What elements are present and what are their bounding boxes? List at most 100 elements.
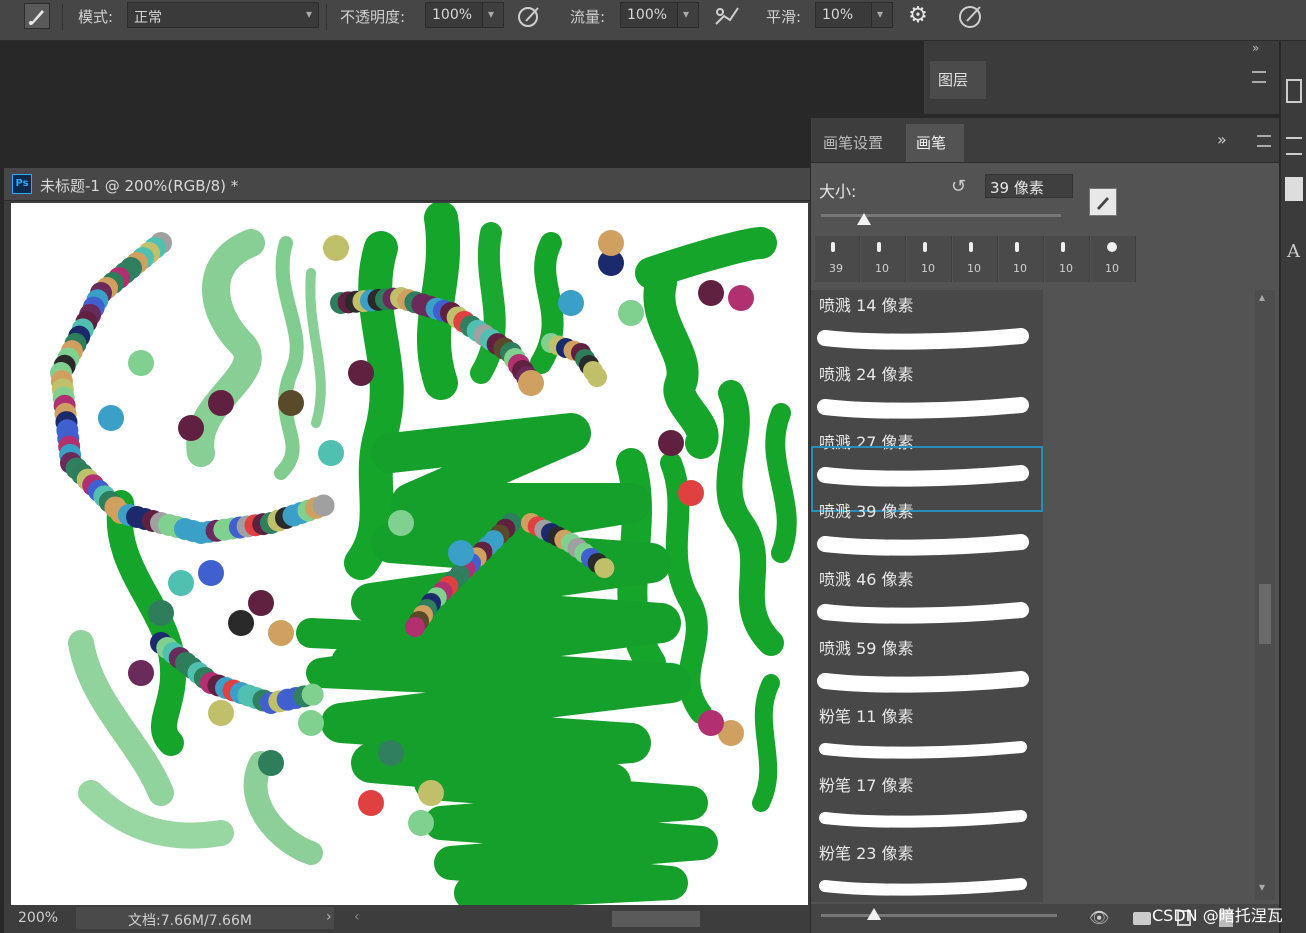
flow-label: 流量: — [570, 8, 606, 26]
brush-tool-icon[interactable] — [24, 3, 50, 29]
brush-preset-label[interactable]: 喷溅 14 像素 — [819, 292, 914, 316]
brush-preset-label[interactable]: 喷溅 39 像素 — [819, 498, 914, 522]
toggle-preview-icon[interactable]: 👁 — [1089, 908, 1109, 927]
paint-dot — [323, 235, 349, 261]
scrollbar-thumb[interactable] — [1259, 584, 1271, 644]
zoom-readout[interactable]: 200% — [18, 910, 58, 926]
panel-menu-icon[interactable] — [1257, 135, 1271, 147]
canvas[interactable] — [11, 203, 808, 905]
folder-icon[interactable] — [1133, 912, 1151, 925]
size-slider-thumb[interactable] — [857, 213, 872, 225]
recent-brush[interactable]: 10 — [999, 236, 1044, 282]
mode-label: 模式: — [78, 8, 114, 26]
paint-dot — [148, 600, 174, 626]
gear-icon[interactable]: ⚙ — [905, 3, 931, 29]
chevron-down-icon[interactable]: ▾ — [1259, 880, 1265, 894]
doc-info: 文档:7.66M/7.66M — [128, 913, 252, 929]
brush-preset-label[interactable]: 粉笔 17 像素 — [819, 772, 914, 796]
recent-brush[interactable]: 10 — [907, 236, 952, 282]
paint-dot — [301, 683, 324, 706]
chevron-up-icon[interactable]: ▴ — [1259, 290, 1265, 304]
brush-stroke-preview — [817, 602, 1029, 624]
tab-layers-label: 图层 — [938, 71, 969, 89]
brush-stroke-preview — [819, 878, 1027, 896]
pressure-opacity-icon[interactable] — [516, 4, 544, 30]
brush-preset-label[interactable]: 喷溅 59 像素 — [819, 635, 914, 659]
panel-menu-icon[interactable] — [1252, 71, 1266, 83]
brush-stroke-preview — [817, 396, 1029, 419]
brush-tip-icon — [831, 242, 835, 252]
paint-dot — [208, 700, 234, 726]
brush-settings-dock-icon[interactable] — [1286, 137, 1302, 155]
recent-brush[interactable]: 10 — [861, 236, 906, 282]
tab-layers[interactable]: 图层 — [930, 61, 986, 99]
paint-dot — [658, 430, 684, 456]
paint-dot — [168, 570, 194, 596]
paint-dot — [594, 558, 615, 578]
pressure-size-icon[interactable] — [956, 3, 986, 31]
brush-preset-label[interactable]: 喷溅 46 像素 — [819, 566, 914, 590]
brush-stroke-preview — [817, 328, 1029, 350]
chevron-right-icon[interactable]: › — [326, 909, 332, 925]
size-input[interactable]: 39 像素 — [985, 174, 1073, 198]
brush-stroke-preview — [817, 670, 1029, 693]
paint-dot — [518, 370, 544, 396]
smoothing-input[interactable]: 10% — [815, 2, 873, 28]
collapse-icon[interactable]: » — [1252, 41, 1259, 55]
brush-preset-label[interactable]: 粉笔 11 像素 — [819, 703, 914, 727]
character-dock-icon[interactable]: A — [1287, 241, 1300, 262]
recent-brush-size: 10 — [921, 262, 935, 275]
paint-dot — [698, 280, 724, 306]
chevron-left-icon[interactable]: ‹ — [354, 909, 360, 925]
layers-dock-icon[interactable] — [1286, 79, 1302, 103]
paint-dot — [298, 710, 324, 736]
paint-dot — [208, 390, 234, 416]
canvas-artwork — [50, 203, 797, 905]
recent-brush-size: 10 — [875, 262, 889, 275]
collapse-icon[interactable]: » — [1217, 130, 1227, 149]
brush-stroke-preview — [817, 533, 1029, 556]
recent-brush[interactable]: 10 — [1091, 236, 1136, 282]
opacity-dropdown[interactable]: ▾ — [482, 2, 504, 28]
recent-brush[interactable]: 10 — [953, 236, 998, 282]
airbrush-icon[interactable] — [710, 4, 742, 30]
smoothing-dropdown[interactable]: ▾ — [871, 2, 893, 28]
paint-dot — [318, 440, 344, 466]
reset-size-icon[interactable]: ↺ — [951, 176, 966, 197]
document-window: Ps 未标题-1 @ 200%(RGB/8) * 200% 文档:7.66M/7… — [4, 168, 810, 933]
paint-dot — [558, 290, 584, 316]
paint-dot — [418, 780, 444, 806]
brush-preset-label[interactable]: 喷溅 24 像素 — [819, 361, 914, 385]
brush-tip-icon — [1061, 242, 1065, 252]
mode-select[interactable]: 正常 ▾ — [127, 2, 319, 28]
preset-scrollbar[interactable]: ▴ ▾ — [1255, 290, 1275, 900]
preview-size-slider-thumb[interactable] — [867, 908, 881, 920]
tab-brushes[interactable]: 画笔 — [906, 124, 964, 162]
flow-dropdown[interactable]: ▾ — [677, 2, 699, 28]
paint-dot — [268, 620, 294, 646]
recent-brush[interactable]: 39 — [815, 236, 860, 282]
paint-dot — [587, 367, 607, 387]
opacity-input[interactable]: 100% — [425, 2, 483, 28]
brush-panel-tabs: 画笔设置 画笔 » — [811, 118, 1279, 163]
paint-dot — [128, 350, 154, 376]
paint-dot — [388, 510, 414, 536]
paint-dot — [678, 480, 704, 506]
brush-preset-label[interactable]: 粉笔 23 像素 — [819, 840, 914, 864]
paint-dot — [98, 405, 124, 431]
tab-brush-settings[interactable]: 画笔设置 — [813, 124, 893, 162]
flow-input[interactable]: 100% — [620, 2, 678, 28]
recent-brush-size: 39 — [829, 262, 843, 275]
document-tab[interactable]: Ps 未标题-1 @ 200%(RGB/8) * — [4, 168, 810, 201]
options-bar: 模式: 正常 ▾ 不透明度: 100% ▾ 流量: 100% ▾ 平滑: 10%… — [0, 0, 1306, 41]
doc-info-box[interactable]: 文档:7.66M/7.66M — [76, 907, 334, 929]
size-slider[interactable] — [821, 213, 1061, 229]
horizontal-scrollbar-thumb[interactable] — [612, 911, 700, 927]
paint-dot — [698, 710, 724, 736]
document-title: 未标题-1 @ 200%(RGB/8) * — [40, 177, 239, 195]
brush-dock-icon[interactable] — [1285, 177, 1303, 201]
recent-brush[interactable]: 10 — [1045, 236, 1090, 282]
new-brush-icon[interactable] — [1089, 188, 1117, 216]
brush-tip-icon — [1015, 242, 1019, 252]
paint-dot — [128, 660, 154, 686]
